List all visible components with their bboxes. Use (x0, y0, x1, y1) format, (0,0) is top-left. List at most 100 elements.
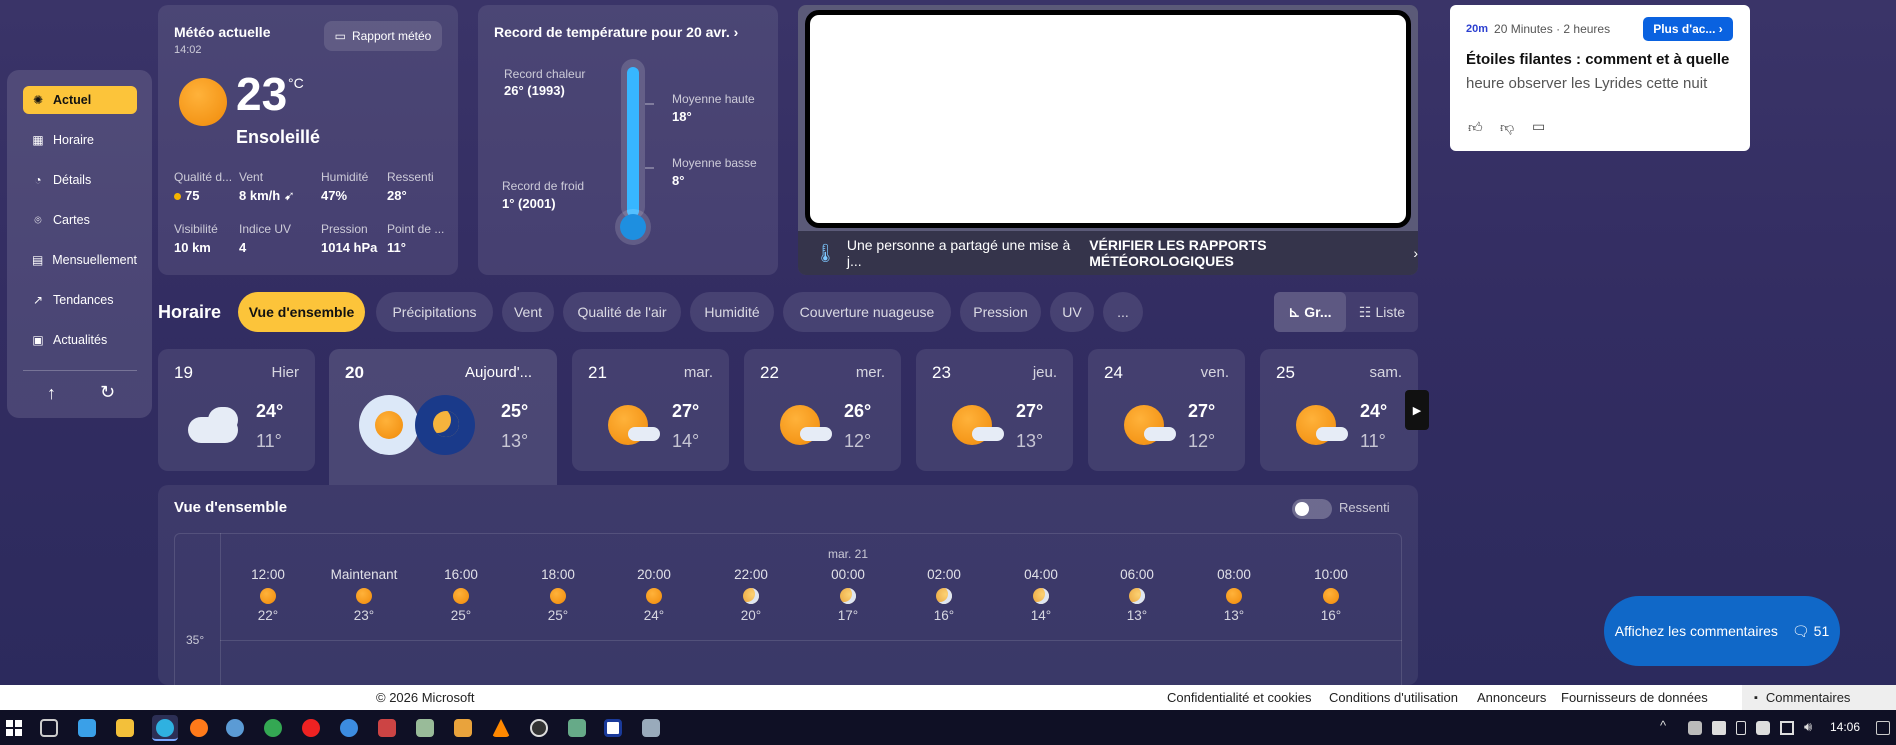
more-news-button[interactable]: Plus d'ac... › (1643, 17, 1733, 41)
desktop-icon[interactable] (78, 719, 96, 737)
sun-icon: ✺ (32, 93, 44, 107)
tab-precipitation[interactable]: Précipitations (376, 292, 493, 332)
data-providers-link[interactable]: Fournisseurs de données (1561, 690, 1708, 705)
tab-more[interactable]: ... (1103, 292, 1143, 332)
pie-icon: ◔ (34, 173, 42, 187)
task-view-icon[interactable] (40, 719, 58, 737)
app-icon-orange[interactable] (454, 719, 472, 737)
volume-icon[interactable]: 🔊︎ (1804, 719, 1812, 735)
comments-tab[interactable]: ▪ Commentaires (1742, 685, 1896, 710)
taskbar-clock[interactable]: 14:06 (1830, 720, 1860, 734)
thunderbird-icon[interactable] (226, 719, 244, 737)
chart-date-marker: mar. 21 (828, 547, 869, 561)
next-days-arrow-icon[interactable]: ▶ (1405, 390, 1429, 430)
tray-icon-1[interactable] (1688, 721, 1702, 735)
sun-cloud-icon (1323, 588, 1339, 604)
day-card-23[interactable]: 23 jeu. 27° 13° (916, 349, 1073, 471)
nav-item-actuel[interactable]: ✺ Actuel (23, 86, 137, 114)
taskbar: ^ 🔊︎ 14:06 (0, 710, 1896, 745)
day-card-20-selected[interactable]: 20 Aujourd'... 25° 13° (329, 349, 557, 485)
comment-icon[interactable]: ▭ (1532, 118, 1545, 135)
nav-item-details[interactable]: ◔ Détails (23, 166, 137, 194)
feels-like-toggle[interactable] (1292, 499, 1332, 519)
chart-gridline (220, 640, 1402, 641)
chat-bubble-icon: ▭ (334, 29, 346, 43)
show-comments-button[interactable]: Affichez les commentaires 🗨︎ 51 (1604, 596, 1840, 666)
day-card-21[interactable]: 21 mar. 27° 14° (572, 349, 729, 471)
tab-wind[interactable]: Vent (502, 292, 554, 332)
scroll-top-icon[interactable]: ↑ (47, 383, 56, 404)
network-icon[interactable] (1780, 721, 1794, 735)
stat-value-pressure: 1014 hPa (321, 240, 378, 255)
tab-cloud-cover[interactable]: Couverture nuageuse (783, 292, 951, 332)
stat-label-feels-like: Ressenti (387, 170, 434, 184)
weather-map-card[interactable]: 🌡 Une personne a partagé une mise à j...… (798, 5, 1418, 275)
tab-air-quality[interactable]: Qualité de l'air (563, 292, 681, 332)
map-banner[interactable]: 🌡 Une personne a partagé une mise à j...… (798, 231, 1418, 275)
chrome-icon[interactable] (264, 719, 282, 737)
battery-icon[interactable] (1736, 721, 1746, 735)
cloud-shape (1316, 427, 1348, 441)
security-icon[interactable] (1756, 721, 1770, 735)
day-card-25[interactable]: 25 sam. 24° 11° (1260, 349, 1418, 471)
privacy-link[interactable]: Confidentialité et cookies (1167, 690, 1312, 705)
stat-value-feels-like: 28° (387, 188, 407, 203)
page-footer: © 2026 Microsoft Confidentialité et cook… (0, 685, 1896, 710)
nav-item-mensuellement[interactable]: ▤ Mensuellement (23, 246, 137, 274)
like-icon[interactable]: 👍︎ (1468, 119, 1483, 136)
nav-item-actualites[interactable]: ▣ Actualités (23, 326, 137, 354)
record-title: Record de température pour 20 avr. › (494, 24, 739, 40)
opera-icon[interactable] (302, 719, 320, 737)
temperature-record-card[interactable]: Record de température pour 20 avr. › Rec… (478, 5, 778, 275)
hour-column: 12:00 22° (251, 567, 285, 623)
app-icon-calendar[interactable] (604, 719, 622, 737)
list-view-button[interactable]: ☷ Liste (1346, 292, 1418, 332)
tray-icon-2[interactable] (1712, 721, 1726, 735)
hour-column: 08:00 13° (1217, 567, 1251, 623)
stat-value-wind: 8 km/h ➹ (239, 188, 295, 203)
app-icon-doc[interactable] (642, 719, 660, 737)
moon-cloud-icon (743, 588, 759, 604)
app-icon-green[interactable] (416, 719, 434, 737)
news-card[interactable]: 20m 20 Minutes · 2 heures Plus d'ac... ›… (1450, 5, 1750, 151)
clock-grid-icon: ▦ (32, 133, 44, 147)
nav-item-tendances[interactable]: ↗ Tendances (23, 286, 137, 314)
notifications-icon[interactable] (1876, 721, 1890, 735)
vlc-icon[interactable] (492, 719, 510, 737)
file-explorer-icon[interactable] (116, 719, 134, 737)
cloud-shape (800, 427, 832, 441)
tab-pressure[interactable]: Pression (960, 292, 1041, 332)
tab-uv[interactable]: UV (1050, 292, 1094, 332)
app-icon-blue[interactable] (340, 719, 358, 737)
stat-value-air-quality: 75 (174, 188, 199, 203)
app-icon-dark[interactable] (530, 719, 548, 737)
sunny-icon (375, 411, 403, 439)
app-icon-gray[interactable] (568, 719, 586, 737)
nav-item-horaire[interactable]: ▦ Horaire (23, 126, 137, 154)
news-headline[interactable]: Étoiles filantes : comment et à quelle (1466, 51, 1746, 68)
firefox-icon[interactable] (190, 719, 208, 737)
hour-column: Maintenant 23° (330, 567, 398, 623)
nav-item-cartes[interactable]: ⌾ Cartes (23, 206, 137, 234)
hour-column: 00:00 17° (831, 567, 865, 623)
tray-chevron-icon[interactable]: ^ (1660, 718, 1666, 733)
weather-report-button[interactable]: ▭ Rapport météo (324, 21, 442, 51)
day-card-24[interactable]: 24 ven. 27° 12° (1088, 349, 1245, 471)
refresh-icon[interactable]: ↻ (100, 382, 115, 403)
news-headline-continued[interactable]: heure observer les Lyrides cette nuit (1466, 75, 1746, 92)
app-icon-red[interactable] (378, 719, 396, 737)
terms-link[interactable]: Conditions d'utilisation (1329, 690, 1458, 705)
verify-reports-link[interactable]: VÉRIFIER LES RAPPORTS MÉTÉOROLOGIQUES (1089, 237, 1399, 269)
day-card-19[interactable]: 19 Hier 24° 11° (158, 349, 315, 471)
edge-browser-icon[interactable] (156, 719, 174, 737)
day-card-22[interactable]: 22 mer. 26° 12° (744, 349, 901, 471)
comment-count: 51 (1813, 623, 1830, 639)
graph-view-button[interactable]: ⊾ Gr... (1274, 292, 1346, 332)
advertisers-link[interactable]: Annonceurs (1477, 690, 1546, 705)
tab-humidity[interactable]: Humidité (690, 292, 774, 332)
current-weather-card: Météo actuelle 14:02 ▭ Rapport météo 23 °… (158, 5, 458, 275)
sun-cloud-icon (260, 588, 276, 604)
tab-overview[interactable]: Vue d'ensemble (238, 292, 365, 332)
windows-start-icon[interactable] (6, 720, 22, 736)
dislike-icon[interactable]: 👎︎ (1500, 119, 1514, 136)
